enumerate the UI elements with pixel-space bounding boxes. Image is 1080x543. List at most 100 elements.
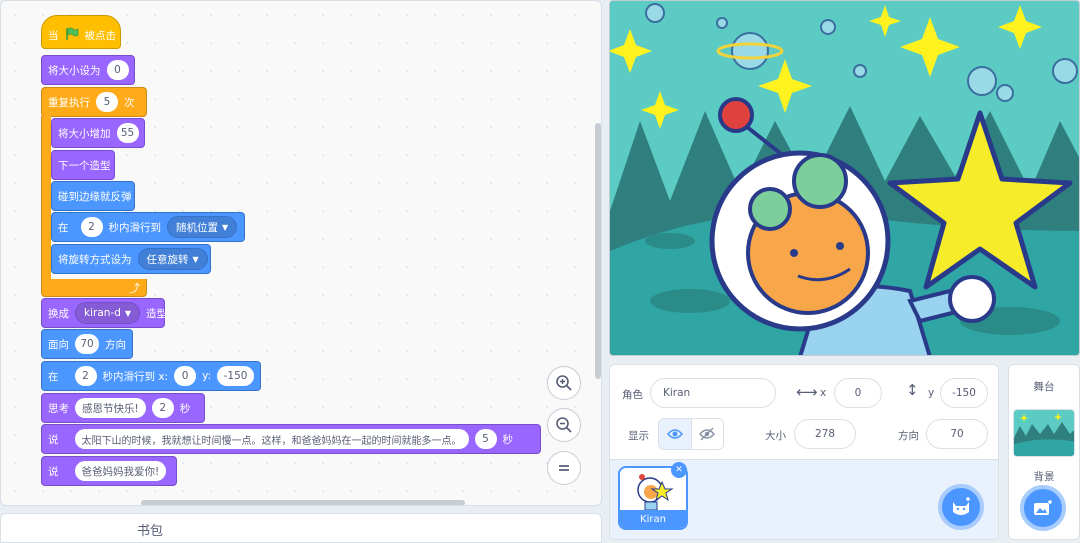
next-costume-block[interactable]: 下一个造型 (51, 150, 115, 180)
image-add-icon (1034, 500, 1052, 515)
direction-field[interactable]: 70 (926, 419, 988, 449)
point-direction-block[interactable]: 面向 70 方向 (41, 329, 133, 359)
sprite-info: 角色 Kiran ⟷ x 0 ↕ y -150 显示 大小 278 方向 70 (610, 365, 998, 459)
say-block[interactable]: 说 爸爸妈妈我爱你! (41, 456, 177, 486)
zoom-out-button[interactable] (547, 408, 581, 442)
say-for-secs-block[interactable]: 说 太阳下山的时候，我就想让时间慢一点。这样，和爸爸妈妈在一起的时间就能多一点。… (41, 424, 541, 454)
stage-selector-panel[interactable]: 舞台 背景 (1008, 364, 1080, 540)
cat-add-icon (953, 497, 970, 515)
rotation-value: 任意旋转 (146, 253, 189, 266)
set-size-block[interactable]: 将大小设为 0 (41, 55, 135, 85)
vertical-scrollbar[interactable] (595, 123, 601, 379)
say2-text-input[interactable]: 爸爸妈妈我爱你! (74, 461, 167, 481)
glide-xy-mid-label: 秒内滑行到 x: (102, 370, 169, 383)
rotation-label: 将旋转方式设为 (58, 253, 132, 266)
change-size-label: 将大小增加 (58, 127, 111, 140)
zoom-in-button[interactable] (547, 366, 581, 400)
glide-y-input[interactable]: -150 (217, 366, 254, 386)
point-label: 面向 (48, 338, 69, 351)
glide-target-dropdown[interactable]: 随机位置 ▼ (167, 216, 238, 238)
x-arrows-icon: ⟷ (796, 383, 818, 401)
direction-unit: 方向 (105, 338, 126, 351)
set-size-label: 将大小设为 (48, 64, 101, 77)
backpack-panel[interactable]: 书包 (0, 513, 602, 543)
eye-icon (666, 429, 683, 439)
direction-input[interactable]: 70 (75, 334, 99, 354)
stage-canvas[interactable] (609, 0, 1080, 356)
stage-panel-title: 舞台 (1033, 381, 1055, 393)
sprite-name-field[interactable]: Kiran (650, 378, 776, 408)
repeat-label: 重复执行 (48, 96, 90, 109)
bounce-block[interactable]: 碰到边缘就反弹 (51, 181, 135, 211)
switch-costume-block[interactable]: 换成 kiran-d ▼ 造型 (41, 298, 168, 328)
rotation-style-dropdown[interactable]: 任意旋转 ▼ (137, 248, 208, 270)
costume-dropdown[interactable]: kiran-d ▼ (75, 302, 141, 324)
say-label: 说 (48, 433, 59, 446)
bounce-label: 碰到边缘就反弹 (58, 190, 132, 203)
sprite-label: 角色 (622, 389, 643, 401)
sprite-info-panel: 角色 Kiran ⟷ x 0 ↕ y -150 显示 大小 278 方向 70 (609, 364, 999, 540)
glide-random-block[interactable]: 在 2 秒内滑行到 随机位置 ▼ (51, 212, 245, 242)
choose-backdrop-button[interactable] (1020, 485, 1066, 531)
say-text-input[interactable]: 太阳下山的时候，我就想让时间慢一点。这样，和爸爸妈妈在一起的时间就能多一点。 (74, 429, 469, 449)
say-secs-input[interactable]: 5 (474, 429, 497, 449)
set-size-input[interactable]: 0 (106, 60, 129, 80)
sprite-thumbnail-name: Kiran (620, 510, 686, 528)
glide-y-label: y: (202, 370, 212, 382)
costume-value: kiran-d (84, 307, 121, 319)
say-unit: 秒 (502, 433, 514, 446)
think-block[interactable]: 思考 感恩节快乐! 2 秒 (41, 393, 205, 423)
glide-target-value: 随机位置 (176, 221, 218, 234)
x-value: 0 (854, 387, 862, 399)
repeat-unit: 次 (124, 96, 135, 109)
think-secs-input[interactable]: 2 (151, 398, 174, 418)
backpack-label: 书包 (137, 524, 164, 539)
next-costume-label: 下一个造型 (58, 159, 111, 172)
switch-costume-label: 换成 (48, 307, 69, 320)
size-label: 大小 (765, 430, 786, 442)
chevron-down-icon: ▼ (124, 308, 132, 318)
costume-unit: 造型 (146, 307, 168, 320)
set-rotation-style-block[interactable]: 将旋转方式设为 任意旋转 ▼ (51, 244, 211, 274)
repeat-block[interactable]: 重复执行 5 次 (41, 87, 147, 117)
change-size-input[interactable]: 55 (116, 123, 139, 143)
chevron-down-icon: ▼ (192, 254, 199, 264)
y-field[interactable]: -150 (940, 378, 988, 408)
show-visible-button[interactable] (659, 419, 691, 449)
think-text-input[interactable]: 感恩节快乐! (75, 398, 146, 418)
stage-thumbnail-image (1014, 410, 1074, 456)
stage-thumbnail[interactable] (1013, 409, 1075, 457)
glide-pre-label: 在 (58, 221, 69, 234)
size-field[interactable]: 278 (794, 419, 856, 449)
choose-sprite-button[interactable] (938, 484, 984, 530)
repeat-loop-foot: ⤴ (41, 279, 147, 297)
show-hidden-button[interactable] (690, 419, 723, 449)
repeat-count-input[interactable]: 5 (96, 92, 118, 112)
clicked-label: 被点击 (84, 29, 117, 42)
say2-label: 说 (48, 465, 59, 478)
glide-xy-secs-input[interactable]: 2 (74, 366, 97, 386)
x-field[interactable]: 0 (834, 378, 882, 408)
glide-xy-pre-label: 在 (48, 370, 59, 383)
code-area[interactable]: 当 被点击 将大小设为 0 重复执行 5 次 将大小增加 55 下一个造型 碰到… (0, 0, 602, 506)
zoom-reset-button[interactable] (547, 451, 581, 485)
change-size-block[interactable]: 将大小增加 55 (51, 118, 145, 148)
green-flag-icon (65, 27, 79, 44)
zoom-out-icon (556, 417, 572, 433)
backdrops-label: 背景 (1033, 471, 1055, 483)
size-value: 278 (814, 428, 836, 440)
equals-icon (559, 465, 569, 471)
y-value: -150 (952, 387, 976, 399)
when-flag-clicked-block[interactable]: 当 被点击 (41, 15, 121, 49)
horizontal-scrollbar[interactable] (141, 500, 465, 505)
glide-x-input[interactable]: 0 (174, 366, 197, 386)
delete-sprite-button[interactable]: ✕ (671, 462, 687, 478)
think-label: 思考 (48, 402, 69, 415)
glide-xy-block[interactable]: 在 2 秒内滑行到 x: 0 y: -150 (41, 361, 261, 391)
zoom-in-icon (556, 375, 572, 391)
close-icon: ✕ (675, 465, 683, 475)
when-label: 当 (48, 29, 59, 42)
glide-secs-input[interactable]: 2 (80, 217, 103, 237)
show-label: 显示 (628, 430, 649, 442)
eye-slash-icon (699, 427, 716, 441)
